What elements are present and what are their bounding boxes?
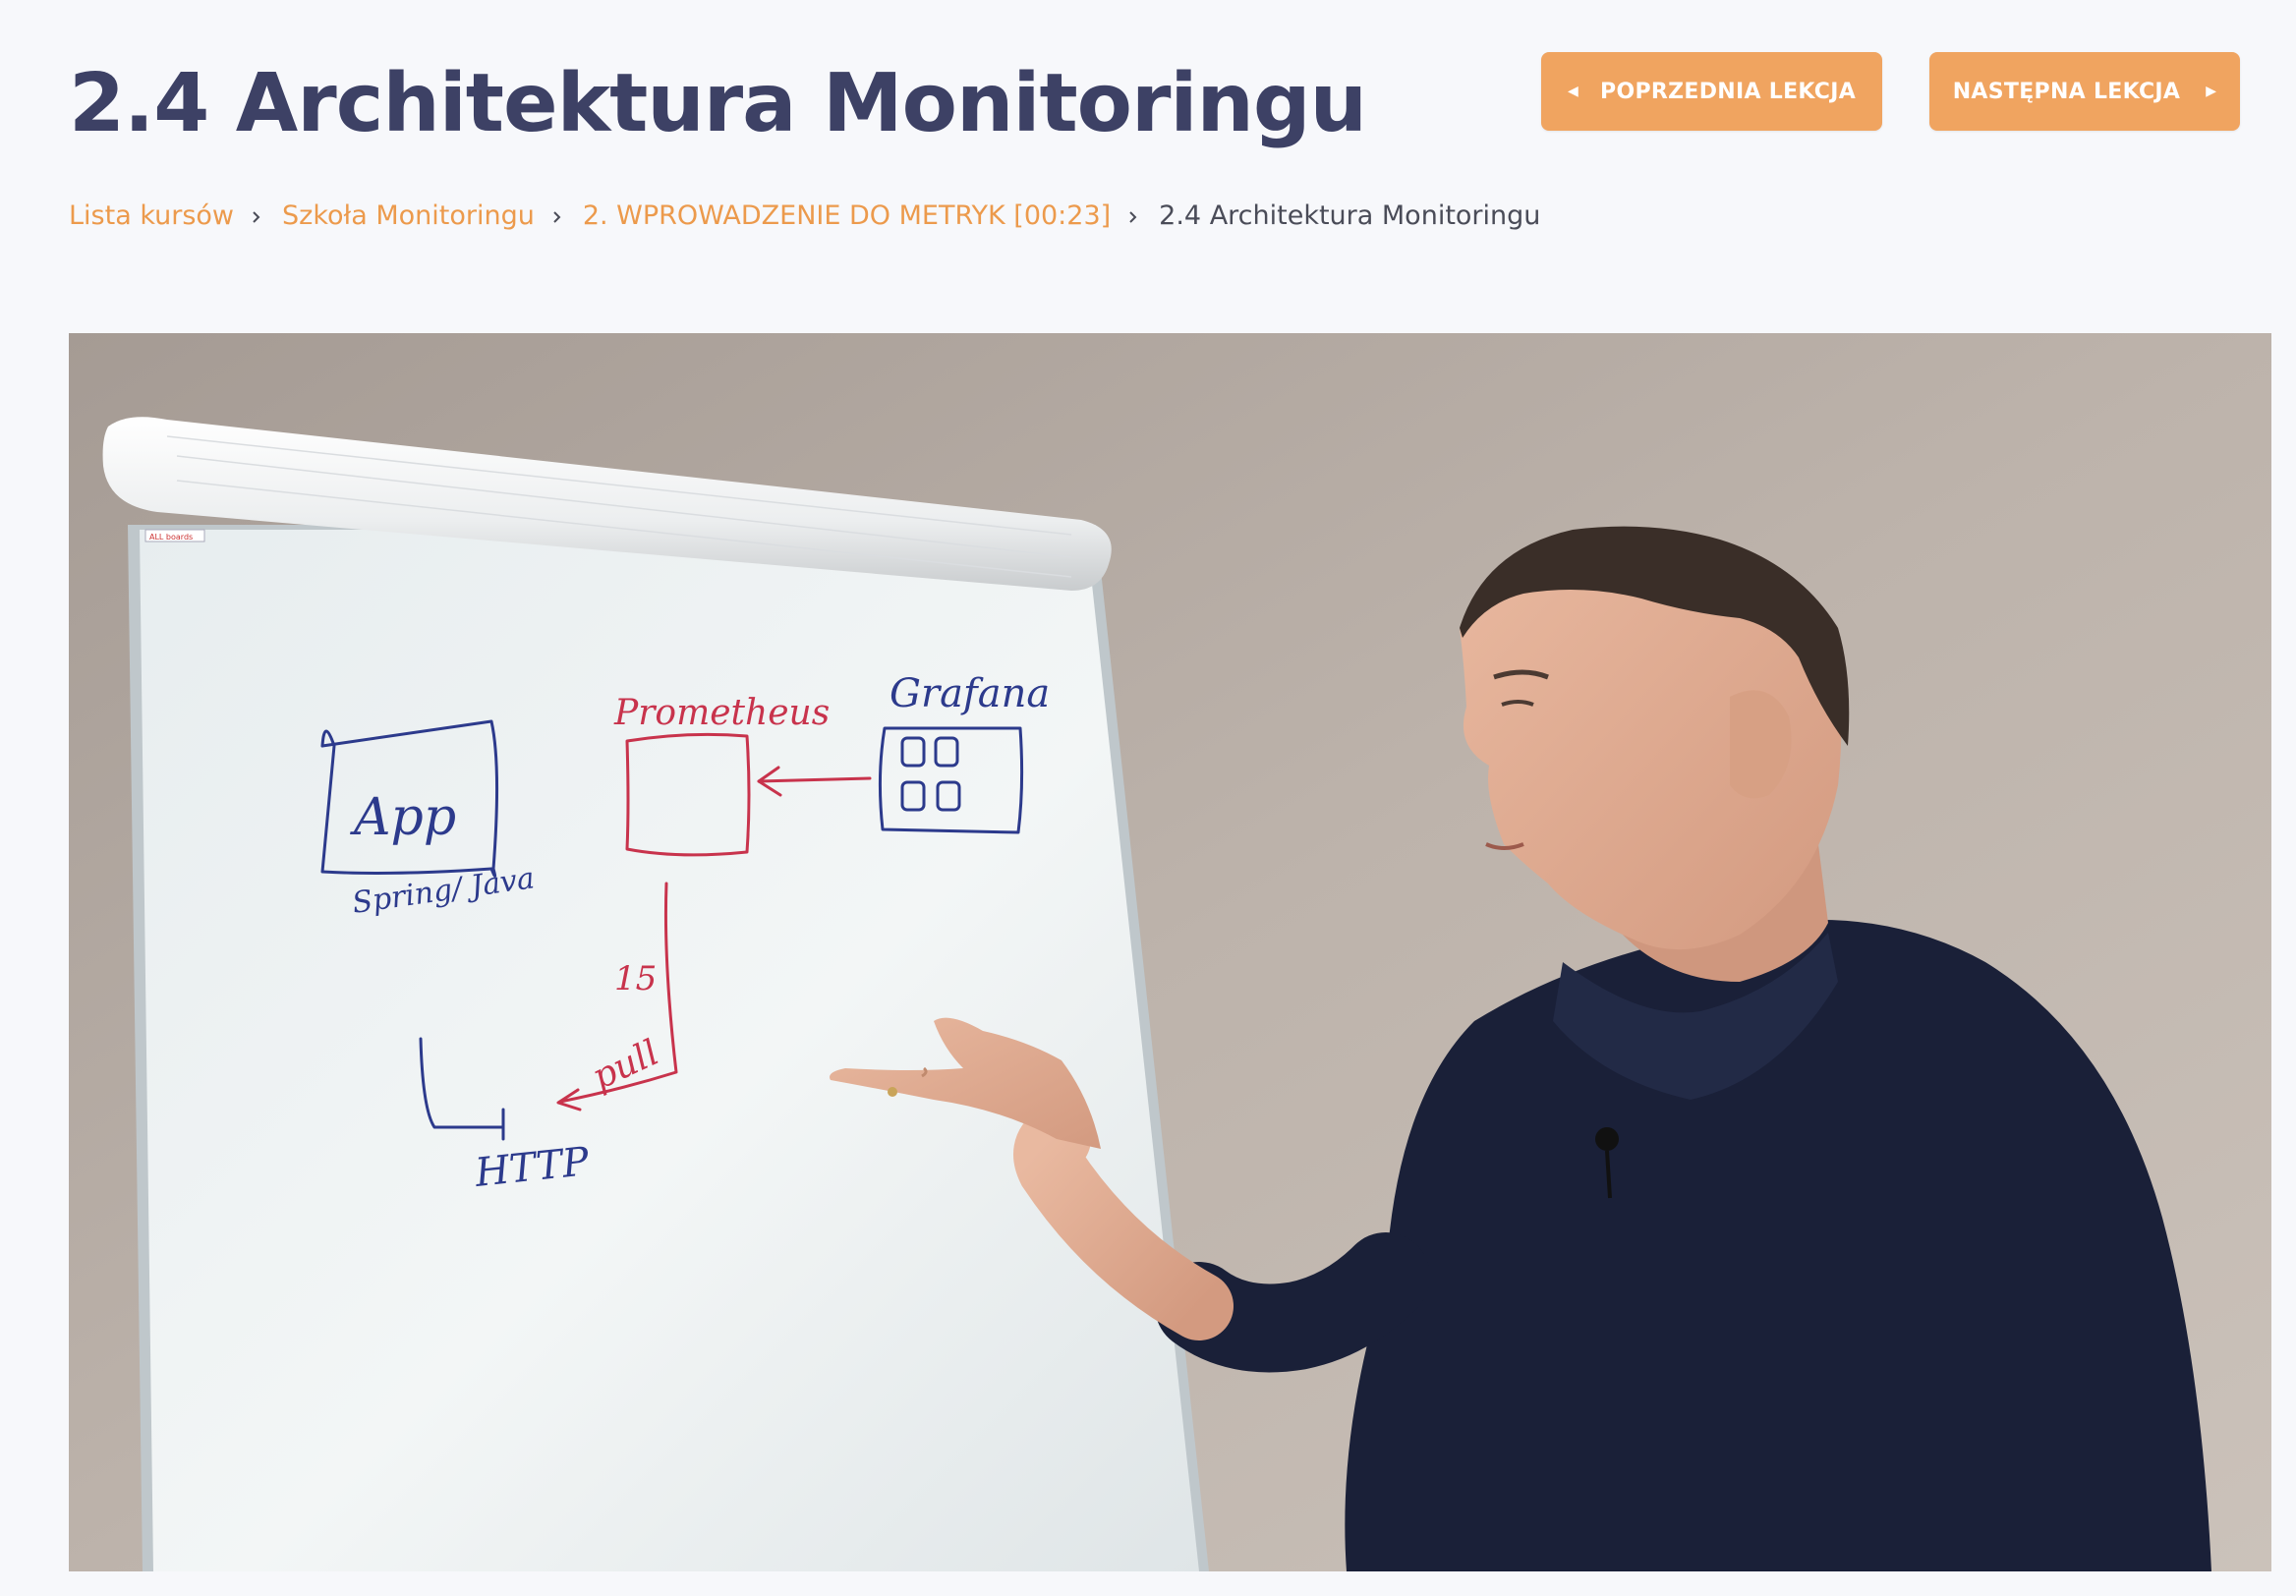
next-lesson-label: NASTĘPNA LEKCJA <box>1952 79 2181 104</box>
board-brand: ALL boards <box>149 533 193 542</box>
chevron-right-icon <box>1127 211 1139 223</box>
chevron-right-icon <box>251 211 262 223</box>
breadcrumb-current: 2.4 Architektura Monitoringu <box>1159 200 1541 231</box>
breadcrumb: Lista kursów Szkoła Monitoringu 2. WPROW… <box>69 197 1540 236</box>
previous-lesson-button[interactable]: ◀ POPRZEDNIA LEKCJA <box>1541 52 1882 131</box>
breadcrumb-course-list[interactable]: Lista kursów <box>69 197 234 236</box>
chevron-right-icon <box>551 211 563 223</box>
lesson-video[interactable]: ALL boards App Spring/ Java Prometheus G… <box>69 333 2271 1571</box>
next-lesson-button[interactable]: NASTĘPNA LEKCJA ▶ <box>1929 52 2240 131</box>
video-frame: ALL boards App Spring/ Java Prometheus G… <box>69 333 2271 1571</box>
caret-right-icon: ▶ <box>2206 84 2217 99</box>
previous-lesson-label: POPRZEDNIA LEKCJA <box>1600 79 1857 104</box>
sketch-interval-label: 15 <box>614 959 657 998</box>
sketch-app-label: App <box>350 788 456 847</box>
sketch-prometheus-label: Prometheus <box>613 693 830 733</box>
caret-left-icon: ◀ <box>1567 84 1579 99</box>
breadcrumb-module[interactable]: 2. WPROWADZENIE DO METRYK [00:23] <box>583 197 1111 236</box>
lesson-page: 2.4 Architektura Monitoringu ◀ POPRZEDNI… <box>0 0 2296 1596</box>
breadcrumb-course[interactable]: Szkoła Monitoringu <box>282 197 535 236</box>
sketch-grafana-label: Grafana <box>890 671 1050 716</box>
page-title: 2.4 Architektura Monitoringu <box>69 57 1367 150</box>
